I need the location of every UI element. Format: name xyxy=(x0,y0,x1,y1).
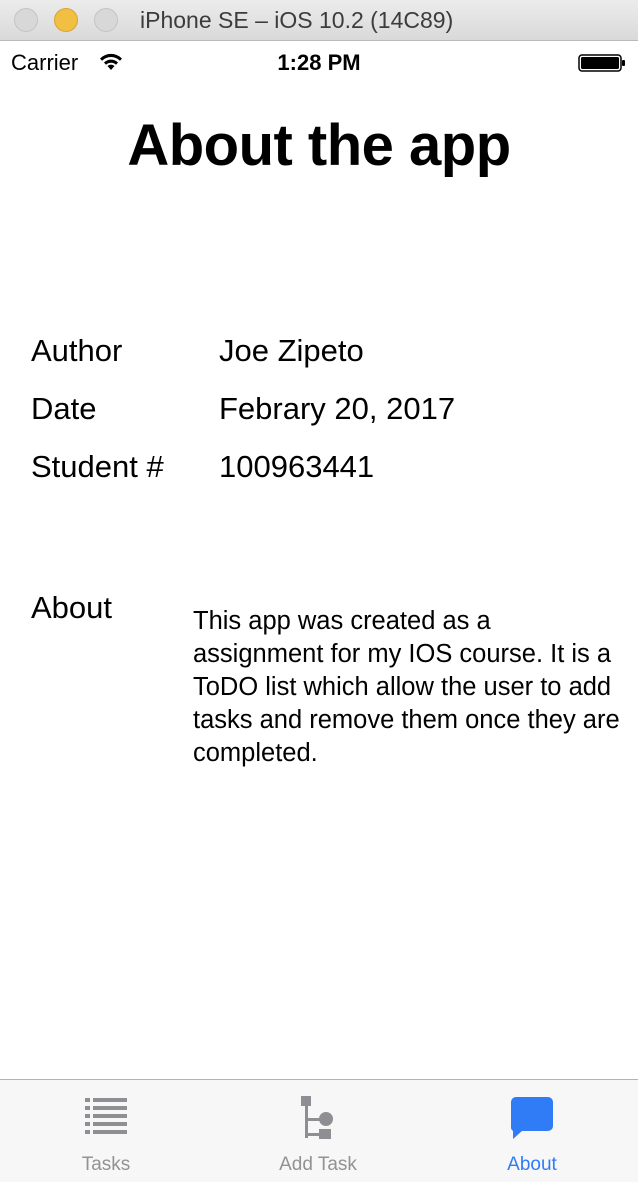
window-minimize-button[interactable] xyxy=(54,8,78,32)
tab-about[interactable]: About xyxy=(426,1080,638,1182)
status-time: 1:28 PM xyxy=(277,50,361,75)
status-bar: Carrier 1:28 PM xyxy=(0,42,638,82)
about-description: This app was created as a assignment for… xyxy=(193,607,620,767)
author-value: Joe Zipeto xyxy=(219,333,364,368)
author-label: Author xyxy=(31,333,123,368)
tab-about-label: About xyxy=(507,1154,557,1175)
date-value: Febrary 20, 2017 xyxy=(219,391,456,426)
speech-bubble-icon xyxy=(510,1097,553,1139)
tab-bar: Tasks Add Task About xyxy=(0,1079,638,1182)
page-title: About the app xyxy=(127,113,511,178)
hierarchy-icon xyxy=(301,1096,333,1139)
date-label: Date xyxy=(31,391,97,426)
tab-tasks-label: Tasks xyxy=(81,1154,131,1175)
window-titlebar: iPhone SE – iOS 10.2 (14C89) xyxy=(0,0,638,41)
about-label: About xyxy=(31,590,113,625)
tab-add-task[interactable]: Add Task xyxy=(212,1080,424,1182)
window-title: iPhone SE – iOS 10.2 (14C89) xyxy=(140,7,454,33)
battery-icon xyxy=(578,54,625,72)
tab-tasks[interactable]: Tasks xyxy=(0,1080,212,1182)
student-number-label: Student # xyxy=(31,449,164,484)
list-icon xyxy=(85,1098,127,1134)
tab-add-task-label: Add Task xyxy=(279,1154,357,1175)
window-close-button[interactable] xyxy=(14,8,38,32)
window-zoom-button[interactable] xyxy=(94,8,118,32)
student-number-value: 100963441 xyxy=(219,449,375,484)
